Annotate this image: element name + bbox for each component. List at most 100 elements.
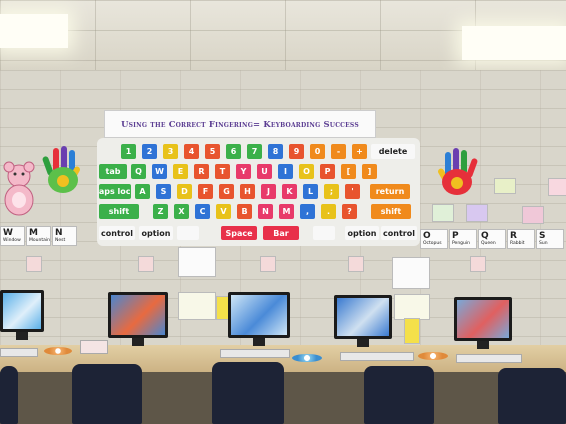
key: , [300, 204, 315, 219]
monitor-screen [111, 295, 165, 335]
teddy-bear-picture [0, 160, 38, 218]
key: . [321, 204, 336, 219]
key: shift [99, 204, 139, 219]
key: control [381, 226, 417, 240]
small-picture-card [260, 256, 276, 272]
key: K [282, 184, 297, 199]
key: [ [341, 164, 356, 179]
alphabet-word: Penguin [452, 241, 470, 246]
chair [72, 364, 142, 424]
key: 7 [247, 144, 262, 159]
alphabet-card: N Nest [52, 226, 77, 246]
alphabet-card: S Sun [536, 229, 564, 249]
key [177, 226, 199, 240]
key: 8 [268, 144, 283, 159]
key: L [303, 184, 318, 199]
key: O [299, 164, 314, 179]
key: + [352, 144, 367, 159]
key: D [177, 184, 192, 199]
alphabet-word: Queen [481, 241, 496, 246]
key: Z [153, 204, 168, 219]
monitor-stand [253, 338, 265, 346]
ceiling-light [462, 26, 566, 60]
small-picture-card [522, 206, 544, 224]
paper-sheet [394, 294, 430, 320]
key: V [216, 204, 231, 219]
alphabet-word: Nest [55, 238, 66, 243]
key: - [331, 144, 346, 159]
key: caps lock [99, 184, 131, 199]
key: ; [324, 184, 339, 199]
key: 6 [226, 144, 241, 159]
left-hand-poster [42, 146, 84, 200]
small-picture-card [548, 178, 566, 196]
key: J [261, 184, 276, 199]
computer-keyboard [340, 352, 414, 361]
monitor-stand [132, 338, 144, 346]
cd-disc [44, 347, 72, 355]
monitor-screen [3, 293, 41, 329]
alphabet-word: Rabbit [510, 241, 525, 246]
small-box [80, 340, 108, 354]
key: T [215, 164, 230, 179]
computer-keyboard [0, 348, 38, 357]
small-picture-card [432, 204, 454, 222]
key: tab [99, 164, 127, 179]
monitor-screen [337, 298, 389, 336]
chair [0, 366, 18, 424]
monitor-stand [357, 339, 369, 347]
key: option [139, 226, 173, 240]
alphabet-card: W Window [0, 226, 25, 246]
key: N [258, 204, 273, 219]
key: U [257, 164, 272, 179]
chair [364, 366, 434, 424]
alphabet-word: Window [3, 238, 21, 243]
alphabet-word: Sun [539, 241, 548, 246]
key: Bar [263, 226, 299, 240]
key: M [279, 204, 294, 219]
small-picture-card [470, 256, 486, 272]
key: ? [342, 204, 357, 219]
keyboard-poster: 1234567890-+ delete tab QWERTYUIOP [] caps lo… [97, 138, 420, 246]
alphabet-letter: O [423, 231, 431, 241]
key: X [174, 204, 189, 219]
alphabet-letter: S [539, 231, 546, 241]
alphabet-letter: Q [481, 231, 489, 241]
key: 1 [121, 144, 136, 159]
chair [498, 368, 566, 424]
computer-monitor [108, 292, 168, 338]
chair [212, 362, 284, 424]
key: 9 [289, 144, 304, 159]
key: 2 [142, 144, 157, 159]
alphabet-word: Octopus [423, 241, 442, 246]
alphabet-card: O Octopus [420, 229, 448, 249]
monitor-stand [477, 341, 489, 349]
ceiling-light [0, 14, 68, 48]
key: return [370, 184, 410, 199]
computer-monitor [0, 290, 44, 332]
small-picture-card [348, 256, 364, 272]
computer-monitor [334, 295, 392, 339]
key: control [99, 226, 135, 240]
key: ' [345, 184, 360, 199]
alphabet-letter: W [3, 228, 13, 238]
key: W [152, 164, 167, 179]
monitor-screen [231, 295, 287, 335]
key: Space [221, 226, 257, 240]
key: 0 [310, 144, 325, 159]
small-picture-card [138, 256, 154, 272]
monitor-screen [457, 300, 509, 338]
cd-disc [418, 352, 448, 360]
key [313, 226, 335, 240]
alphabet-card: R Rabbit [507, 229, 535, 249]
cd-disc [292, 354, 322, 362]
alphabet-letter: N [55, 228, 63, 238]
alphabet-card: Q Queen [478, 229, 506, 249]
alphabet-letter: R [510, 231, 517, 241]
key: H [240, 184, 255, 199]
key: option [345, 226, 379, 240]
computer-monitor [228, 292, 290, 338]
key: F [198, 184, 213, 199]
yellow-note [404, 318, 420, 344]
computer-keyboard [456, 354, 522, 363]
